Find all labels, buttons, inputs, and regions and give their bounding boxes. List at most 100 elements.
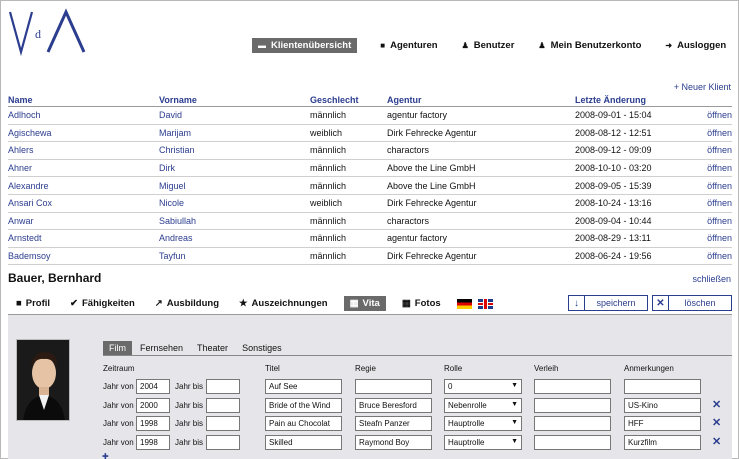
title-input[interactable]: Auf See bbox=[265, 379, 342, 394]
open-link[interactable]: öffnen bbox=[690, 163, 732, 173]
delete-row-icon[interactable]: ✕ bbox=[712, 435, 721, 448]
cell-vorname[interactable]: Miguel bbox=[159, 181, 310, 191]
from-year-input[interactable]: 2000 bbox=[136, 398, 170, 413]
from-year-input[interactable]: 1998 bbox=[136, 435, 170, 450]
open-link[interactable]: öffnen bbox=[690, 128, 732, 138]
role-select[interactable]: Hauptrolle bbox=[444, 435, 522, 450]
subtab-theater[interactable]: Theater bbox=[191, 341, 234, 355]
role-select[interactable]: Nebenrolle bbox=[444, 398, 522, 413]
nav-agenturen[interactable]: ■ Agenturen bbox=[375, 38, 442, 53]
nav-ausloggen[interactable]: ➜ Ausloggen bbox=[660, 38, 731, 53]
header-agentur[interactable]: Agentur bbox=[387, 95, 575, 105]
subtab-fernsehen[interactable]: Fernsehen bbox=[134, 341, 189, 355]
header-zeitraum: Zeitraum bbox=[103, 364, 135, 373]
new-client-link[interactable]: + Neuer Klient bbox=[674, 82, 731, 92]
table-row[interactable]: Arnstedt Andreas männlich agentur factory 20… bbox=[8, 230, 732, 248]
german-flag-icon[interactable] bbox=[456, 298, 472, 309]
director-input[interactable] bbox=[355, 379, 432, 394]
table-row[interactable]: Agischewa Marijam weiblich Dirk Fehrecke Ag… bbox=[8, 125, 732, 143]
distributor-input[interactable] bbox=[534, 416, 611, 431]
header-vorname[interactable]: Vorname bbox=[159, 95, 310, 105]
header-regie: Regie bbox=[355, 364, 376, 373]
to-year-input[interactable] bbox=[206, 435, 240, 450]
director-input[interactable]: Raymond Boy bbox=[355, 435, 432, 450]
table-row[interactable]: Anwar Sabiullah männlich charactors 2008-09-… bbox=[8, 213, 732, 231]
cell-agentur: Dirk Fehrecke Agentur bbox=[387, 127, 477, 138]
to-year-input[interactable] bbox=[206, 379, 240, 394]
delete-button[interactable]: ✕ löschen bbox=[652, 295, 732, 311]
close-detail-link[interactable]: schließen bbox=[692, 274, 731, 284]
cell-vorname[interactable]: David bbox=[159, 110, 310, 120]
notes-input[interactable]: Kurzfilm bbox=[624, 435, 701, 450]
nav-benutzer[interactable]: ♟ Benutzer bbox=[457, 38, 520, 53]
from-year-input[interactable]: 2004 bbox=[136, 379, 170, 394]
cell-vorname[interactable]: Christian bbox=[159, 145, 310, 155]
cell-vorname[interactable]: Sabiullah bbox=[159, 216, 310, 226]
cell-name[interactable]: Bademsoy bbox=[8, 251, 159, 261]
cell-vorname[interactable]: Marijam bbox=[159, 128, 310, 138]
open-link[interactable]: öffnen bbox=[690, 181, 732, 191]
header-name[interactable]: Name bbox=[8, 95, 159, 105]
cell-name[interactable]: Ahner bbox=[8, 163, 159, 173]
notes-input[interactable]: US-Kino bbox=[624, 398, 701, 413]
delete-row-icon[interactable]: ✕ bbox=[712, 416, 721, 429]
tab-faehigkeiten[interactable]: ✔ Fähigkeiten bbox=[66, 296, 139, 311]
add-row-icon[interactable]: ✚ bbox=[102, 452, 109, 459]
role-select[interactable]: 0 bbox=[444, 379, 522, 394]
cell-vorname[interactable]: Andreas bbox=[159, 233, 310, 243]
cell-name[interactable]: Ansari Cox bbox=[8, 198, 159, 208]
open-link[interactable]: öffnen bbox=[690, 198, 732, 208]
cell-name[interactable]: Alexandre bbox=[8, 181, 159, 191]
table-row[interactable]: Ansari Cox Nicole weiblich Dirk Fehrecke Ag… bbox=[8, 195, 732, 213]
open-link[interactable]: öffnen bbox=[690, 110, 732, 120]
notes-input[interactable]: HFF bbox=[624, 416, 701, 431]
from-year-input[interactable]: 1998 bbox=[136, 416, 170, 431]
role-select[interactable]: Hauptrolle bbox=[444, 416, 522, 431]
subtab-film[interactable]: Film bbox=[103, 341, 132, 355]
cell-agentur: Dirk Fehrecke Agentur bbox=[387, 198, 477, 209]
tab-auszeichnungen[interactable]: ★ Auszeichnungen bbox=[235, 296, 332, 311]
person-icon: ♟ bbox=[538, 41, 546, 50]
notes-input[interactable] bbox=[624, 379, 701, 394]
table-row[interactable]: Ahlers Christian männlich charactors 2008-09… bbox=[8, 142, 732, 160]
save-button[interactable]: ↓ speichern bbox=[568, 295, 648, 311]
cell-vorname[interactable]: Tayfun bbox=[159, 251, 310, 261]
delete-row-icon[interactable]: ✕ bbox=[712, 398, 721, 411]
title-input[interactable]: Bride of the Wind bbox=[265, 398, 342, 413]
director-input[interactable]: Bruce Beresford bbox=[355, 398, 432, 413]
uk-flag-icon[interactable] bbox=[477, 298, 493, 309]
tab-fotos[interactable]: ▦ Fotos bbox=[398, 296, 445, 311]
to-year-input[interactable] bbox=[206, 416, 240, 431]
cell-name[interactable]: Agischewa bbox=[8, 128, 159, 138]
nav-klientenuebersicht[interactable]: ▬ Klientenübersicht bbox=[252, 38, 358, 53]
cell-name[interactable]: Adlhoch bbox=[8, 110, 159, 120]
arrow-down-icon: ↓ bbox=[569, 296, 585, 310]
table-row[interactable]: Ahner Dirk männlich Above the Line GmbH 2008… bbox=[8, 160, 732, 178]
open-link[interactable]: öffnen bbox=[690, 251, 732, 261]
table-row[interactable]: Bademsoy Tayfun männlich Dirk Fehrecke Agen… bbox=[8, 248, 732, 266]
subtab-sonstiges[interactable]: Sonstiges bbox=[236, 341, 288, 355]
cell-vorname[interactable]: Nicole bbox=[159, 198, 310, 208]
distributor-input[interactable] bbox=[534, 379, 611, 394]
cell-name[interactable]: Ahlers bbox=[8, 145, 159, 155]
cell-vorname[interactable]: Dirk bbox=[159, 163, 310, 173]
title-input[interactable]: Skilled bbox=[265, 435, 342, 450]
cell-name[interactable]: Arnstedt bbox=[8, 233, 159, 243]
cell-name[interactable]: Anwar bbox=[8, 216, 159, 226]
title-input[interactable]: Pain au Chocolat bbox=[265, 416, 342, 431]
distributor-input[interactable] bbox=[534, 398, 611, 413]
header-letzte-aenderung[interactable]: Letzte Änderung bbox=[575, 95, 690, 105]
table-row[interactable]: Adlhoch David männlich agentur factory 2008-… bbox=[8, 107, 732, 125]
tab-profil[interactable]: ■ Profil bbox=[12, 296, 54, 311]
open-link[interactable]: öffnen bbox=[690, 233, 732, 243]
open-link[interactable]: öffnen bbox=[690, 216, 732, 226]
to-year-input[interactable] bbox=[206, 398, 240, 413]
table-row[interactable]: Alexandre Miguel männlich Above the Line Gm… bbox=[8, 177, 732, 195]
director-input[interactable]: Steafn Panzer bbox=[355, 416, 432, 431]
distributor-input[interactable] bbox=[534, 435, 611, 450]
tab-vita[interactable]: ▦ Vita bbox=[343, 296, 386, 311]
open-link[interactable]: öffnen bbox=[690, 145, 732, 155]
tab-ausbildung[interactable]: ↗ Ausbildung bbox=[151, 296, 223, 311]
nav-mein-benutzerkonto[interactable]: ♟ Mein Benutzerkonto bbox=[533, 38, 646, 53]
header-geschlecht[interactable]: Geschlecht bbox=[310, 95, 387, 105]
